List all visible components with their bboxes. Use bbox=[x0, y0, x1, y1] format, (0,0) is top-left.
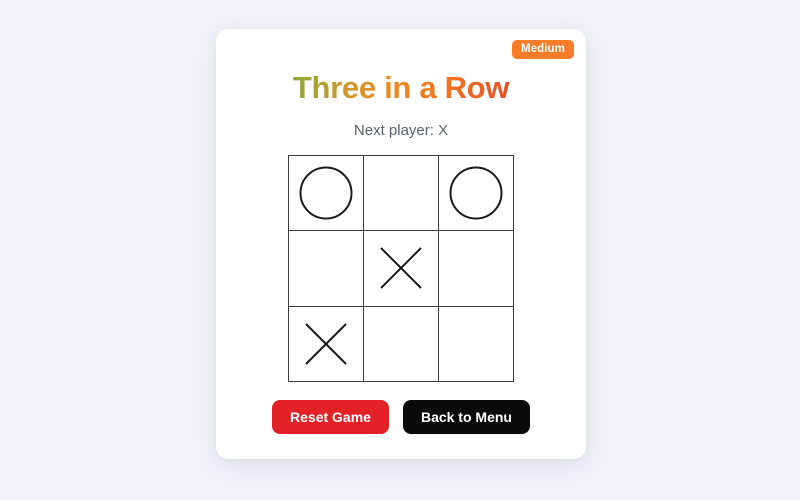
action-bar: Reset Game Back to Menu bbox=[216, 400, 586, 434]
difficulty-badge: Medium bbox=[511, 40, 574, 59]
board-cell-3-empty[interactable] bbox=[289, 231, 364, 307]
board-cell-0[interactable] bbox=[289, 156, 364, 232]
board-cell-4[interactable] bbox=[364, 231, 439, 307]
game-board bbox=[288, 155, 514, 382]
app-root: Medium Three in a Row Next player: X Res… bbox=[0, 0, 800, 500]
reset-game-button[interactable]: Reset Game bbox=[272, 400, 389, 434]
game-card: Medium Three in a Row Next player: X Res… bbox=[216, 29, 586, 459]
cross-mark-icon bbox=[378, 245, 424, 291]
board-cell-7-empty[interactable] bbox=[364, 306, 439, 382]
page-title: Three in a Row bbox=[216, 70, 586, 106]
status-text: Next player: X bbox=[353, 122, 449, 139]
board-cell-2[interactable] bbox=[439, 156, 514, 232]
board-cell-1-empty[interactable] bbox=[364, 156, 439, 232]
circle-mark-icon bbox=[298, 165, 354, 221]
board-cell-6[interactable] bbox=[289, 306, 364, 382]
board-cell-8-empty[interactable] bbox=[439, 306, 514, 382]
back-to-menu-button[interactable]: Back to Menu bbox=[402, 400, 530, 434]
cross-mark-icon bbox=[303, 321, 349, 367]
circle-mark-icon bbox=[448, 165, 504, 221]
board-cell-5-empty[interactable] bbox=[439, 231, 514, 307]
